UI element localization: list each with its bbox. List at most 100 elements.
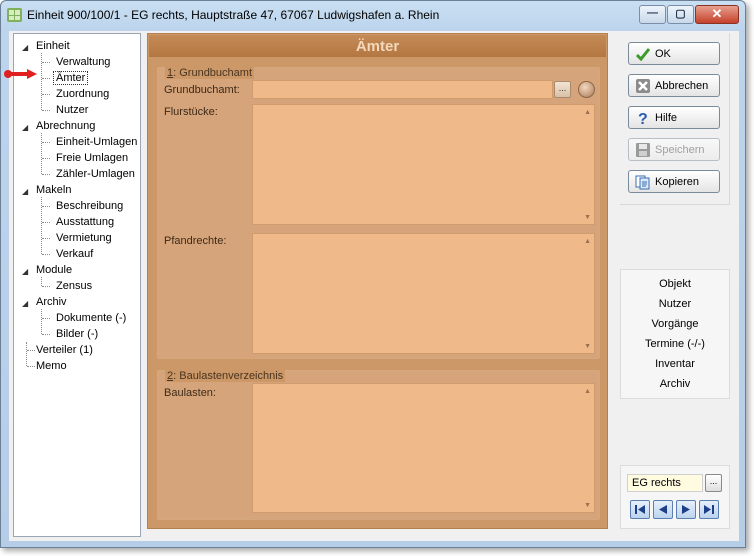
tree-node-beschreibung[interactable]: Beschreibung (56, 200, 123, 213)
first-record-button[interactable] (630, 500, 650, 519)
svg-text:?: ? (638, 111, 648, 126)
expanded-triangle-icon[interactable]: ◢ (22, 297, 28, 310)
tree-node-label: Zensus (56, 280, 93, 292)
scroll-down-icon[interactable]: ▼ (584, 343, 591, 350)
link-archiv[interactable]: Archiv (621, 378, 729, 390)
link-vorgaenge[interactable]: Vorgänge (621, 318, 729, 330)
speichern-button-label: Speichern (655, 144, 705, 156)
tree-node-label: Makeln (36, 184, 72, 196)
tree-node-label: Abrechnung (36, 120, 96, 132)
scroll-up-icon[interactable]: ▲ (584, 238, 591, 245)
minimize-button[interactable]: — (639, 5, 666, 24)
tree-node-zuordnung[interactable]: Zuordnung (56, 88, 109, 101)
tree-node-einheit[interactable]: ◢ Einheit (22, 40, 70, 53)
flurstuecke-label: Flurstücke: (164, 106, 218, 118)
navigation-tree[interactable]: ◢ Einheit Verwaltung Ämter Zuordnung Nutz… (13, 33, 141, 537)
title-bar[interactable]: Einheit 900/100/1 - EG rechts, Hauptstra… (1, 1, 745, 29)
baulasten-label: Baulasten: (164, 387, 216, 399)
ok-button-label: OK (655, 48, 671, 60)
red-arrow-marker-icon (4, 69, 37, 79)
tree-node-aemter[interactable]: Ämter (53, 71, 89, 85)
previous-record-button[interactable] (653, 500, 673, 519)
last-record-button[interactable] (699, 500, 719, 519)
panel-header: Ämter (149, 35, 606, 57)
tree-node-memo[interactable]: Memo (36, 360, 67, 373)
tree-node-label: Bilder (-) (56, 328, 99, 340)
expanded-triangle-icon[interactable]: ◢ (22, 121, 28, 134)
flurstuecke-field[interactable]: ▲ ▼ (252, 104, 595, 225)
maximize-icon: ▢ (675, 8, 686, 20)
tree-node-label: Zuordnung (56, 88, 110, 100)
tree-node-label: Nutzer (56, 104, 89, 116)
tree-node-abrechnung[interactable]: ◢ Abrechnung (22, 120, 96, 133)
grundbuchamt-lookup-icon[interactable] (578, 81, 595, 98)
link-objekt[interactable]: Objekt (621, 278, 729, 290)
maximize-button[interactable]: ▢ (667, 5, 694, 24)
pfandrechte-label: Pfandrechte: (164, 235, 227, 247)
tree-node-label: Verteiler (1) (36, 344, 93, 356)
tree-node-archiv[interactable]: ◢ Archiv (22, 296, 67, 309)
tree-node-module[interactable]: ◢ Module (22, 264, 73, 277)
tree-node-label: Module (36, 264, 73, 276)
speichern-button[interactable]: Speichern (628, 138, 720, 161)
tree-node-label: Ausstattung (56, 216, 115, 228)
tree-node-einheit-umlagen[interactable]: Einheit-Umlagen (56, 136, 137, 149)
window-title: Einheit 900/100/1 - EG rechts, Hauptstra… (27, 8, 440, 22)
related-links-panel: Objekt Nutzer Vorgänge Termine (-/-) Inv… (620, 269, 730, 399)
aemter-panel: Ämter 1: Grundbuchamt Grundbuchamt: ... … (147, 33, 608, 529)
app-icon (7, 8, 22, 22)
link-termine[interactable]: Termine (-/-) (621, 338, 729, 350)
ok-button[interactable]: OK (628, 42, 720, 65)
client-area: ◢ Einheit Verwaltung Ämter Zuordnung Nutz… (4, 31, 739, 541)
kopieren-button[interactable]: Kopieren (628, 170, 720, 193)
expanded-triangle-icon[interactable]: ◢ (22, 265, 28, 278)
minimize-icon: — (647, 7, 658, 19)
scroll-down-icon[interactable]: ▼ (584, 214, 591, 221)
tree-node-verteiler[interactable]: Verteiler (1) (36, 344, 93, 357)
tree-node-vermietung[interactable]: Vermietung (56, 232, 112, 245)
grundbuchamt-field[interactable] (252, 80, 553, 99)
close-button[interactable]: ✕ (695, 5, 739, 24)
hilfe-button[interactable]: ? Hilfe (628, 106, 720, 129)
abbrechen-button-label: Abbrechen (655, 80, 709, 92)
action-button-column: OK Abbrechen ? Hilfe Speichern Kopieren (620, 33, 730, 205)
tree-node-label: Verkauf (56, 248, 94, 260)
grundbuchamt-browse-button[interactable]: ... (554, 81, 571, 98)
tree-node-ausstattung[interactable]: Ausstattung (56, 216, 114, 229)
tree-node-label: Beschreibung (56, 200, 124, 212)
hilfe-button-label: Hilfe (655, 112, 678, 124)
tree-node-label: Dokumente (-) (56, 312, 127, 324)
record-browse-button[interactable]: ... (705, 474, 722, 492)
tree-node-label: Freie Umlagen (56, 152, 129, 164)
tree-node-verkauf[interactable]: Verkauf (56, 248, 93, 261)
tree-node-bilder[interactable]: Bilder (-) (56, 328, 98, 341)
tree-node-zaehler-umlagen[interactable]: Zähler-Umlagen (56, 168, 135, 181)
expanded-triangle-icon[interactable]: ◢ (22, 41, 28, 54)
scroll-down-icon[interactable]: ▼ (584, 502, 591, 509)
tree-node-verwaltung[interactable]: Verwaltung (56, 56, 110, 69)
tree-node-label: Einheit (36, 40, 70, 52)
scroll-up-icon[interactable]: ▲ (584, 109, 591, 116)
expanded-triangle-icon[interactable]: ◢ (22, 185, 28, 198)
tree-node-makeln[interactable]: ◢ Makeln (22, 184, 72, 197)
current-record-field[interactable]: EG rechts (627, 474, 703, 492)
tree-node-label: Zähler-Umlagen (56, 168, 135, 180)
tree-node-label: Archiv (36, 296, 67, 308)
tree-node-label: Einheit-Umlagen (56, 136, 138, 148)
link-inventar[interactable]: Inventar (621, 358, 729, 370)
save-disk-icon (636, 143, 650, 157)
tree-node-label: Verwaltung (56, 56, 111, 68)
baulasten-field[interactable]: ▲ ▼ (252, 383, 595, 513)
first-record-icon (635, 505, 645, 514)
tree-node-freie-umlagen[interactable]: Freie Umlagen (56, 152, 128, 165)
link-nutzer[interactable]: Nutzer (621, 298, 729, 310)
pfandrechte-field[interactable]: ▲ ▼ (252, 233, 595, 354)
record-navigator: EG rechts ... (620, 465, 730, 529)
tree-node-dokumente[interactable]: Dokumente (-) (56, 312, 126, 325)
scroll-up-icon[interactable]: ▲ (584, 388, 591, 395)
abbrechen-button[interactable]: Abbrechen (628, 74, 720, 97)
next-record-button[interactable] (676, 500, 696, 519)
tree-node-nutzer[interactable]: Nutzer (56, 104, 88, 117)
tree-node-zensus[interactable]: Zensus (56, 280, 92, 293)
copy-documents-icon (635, 175, 650, 190)
